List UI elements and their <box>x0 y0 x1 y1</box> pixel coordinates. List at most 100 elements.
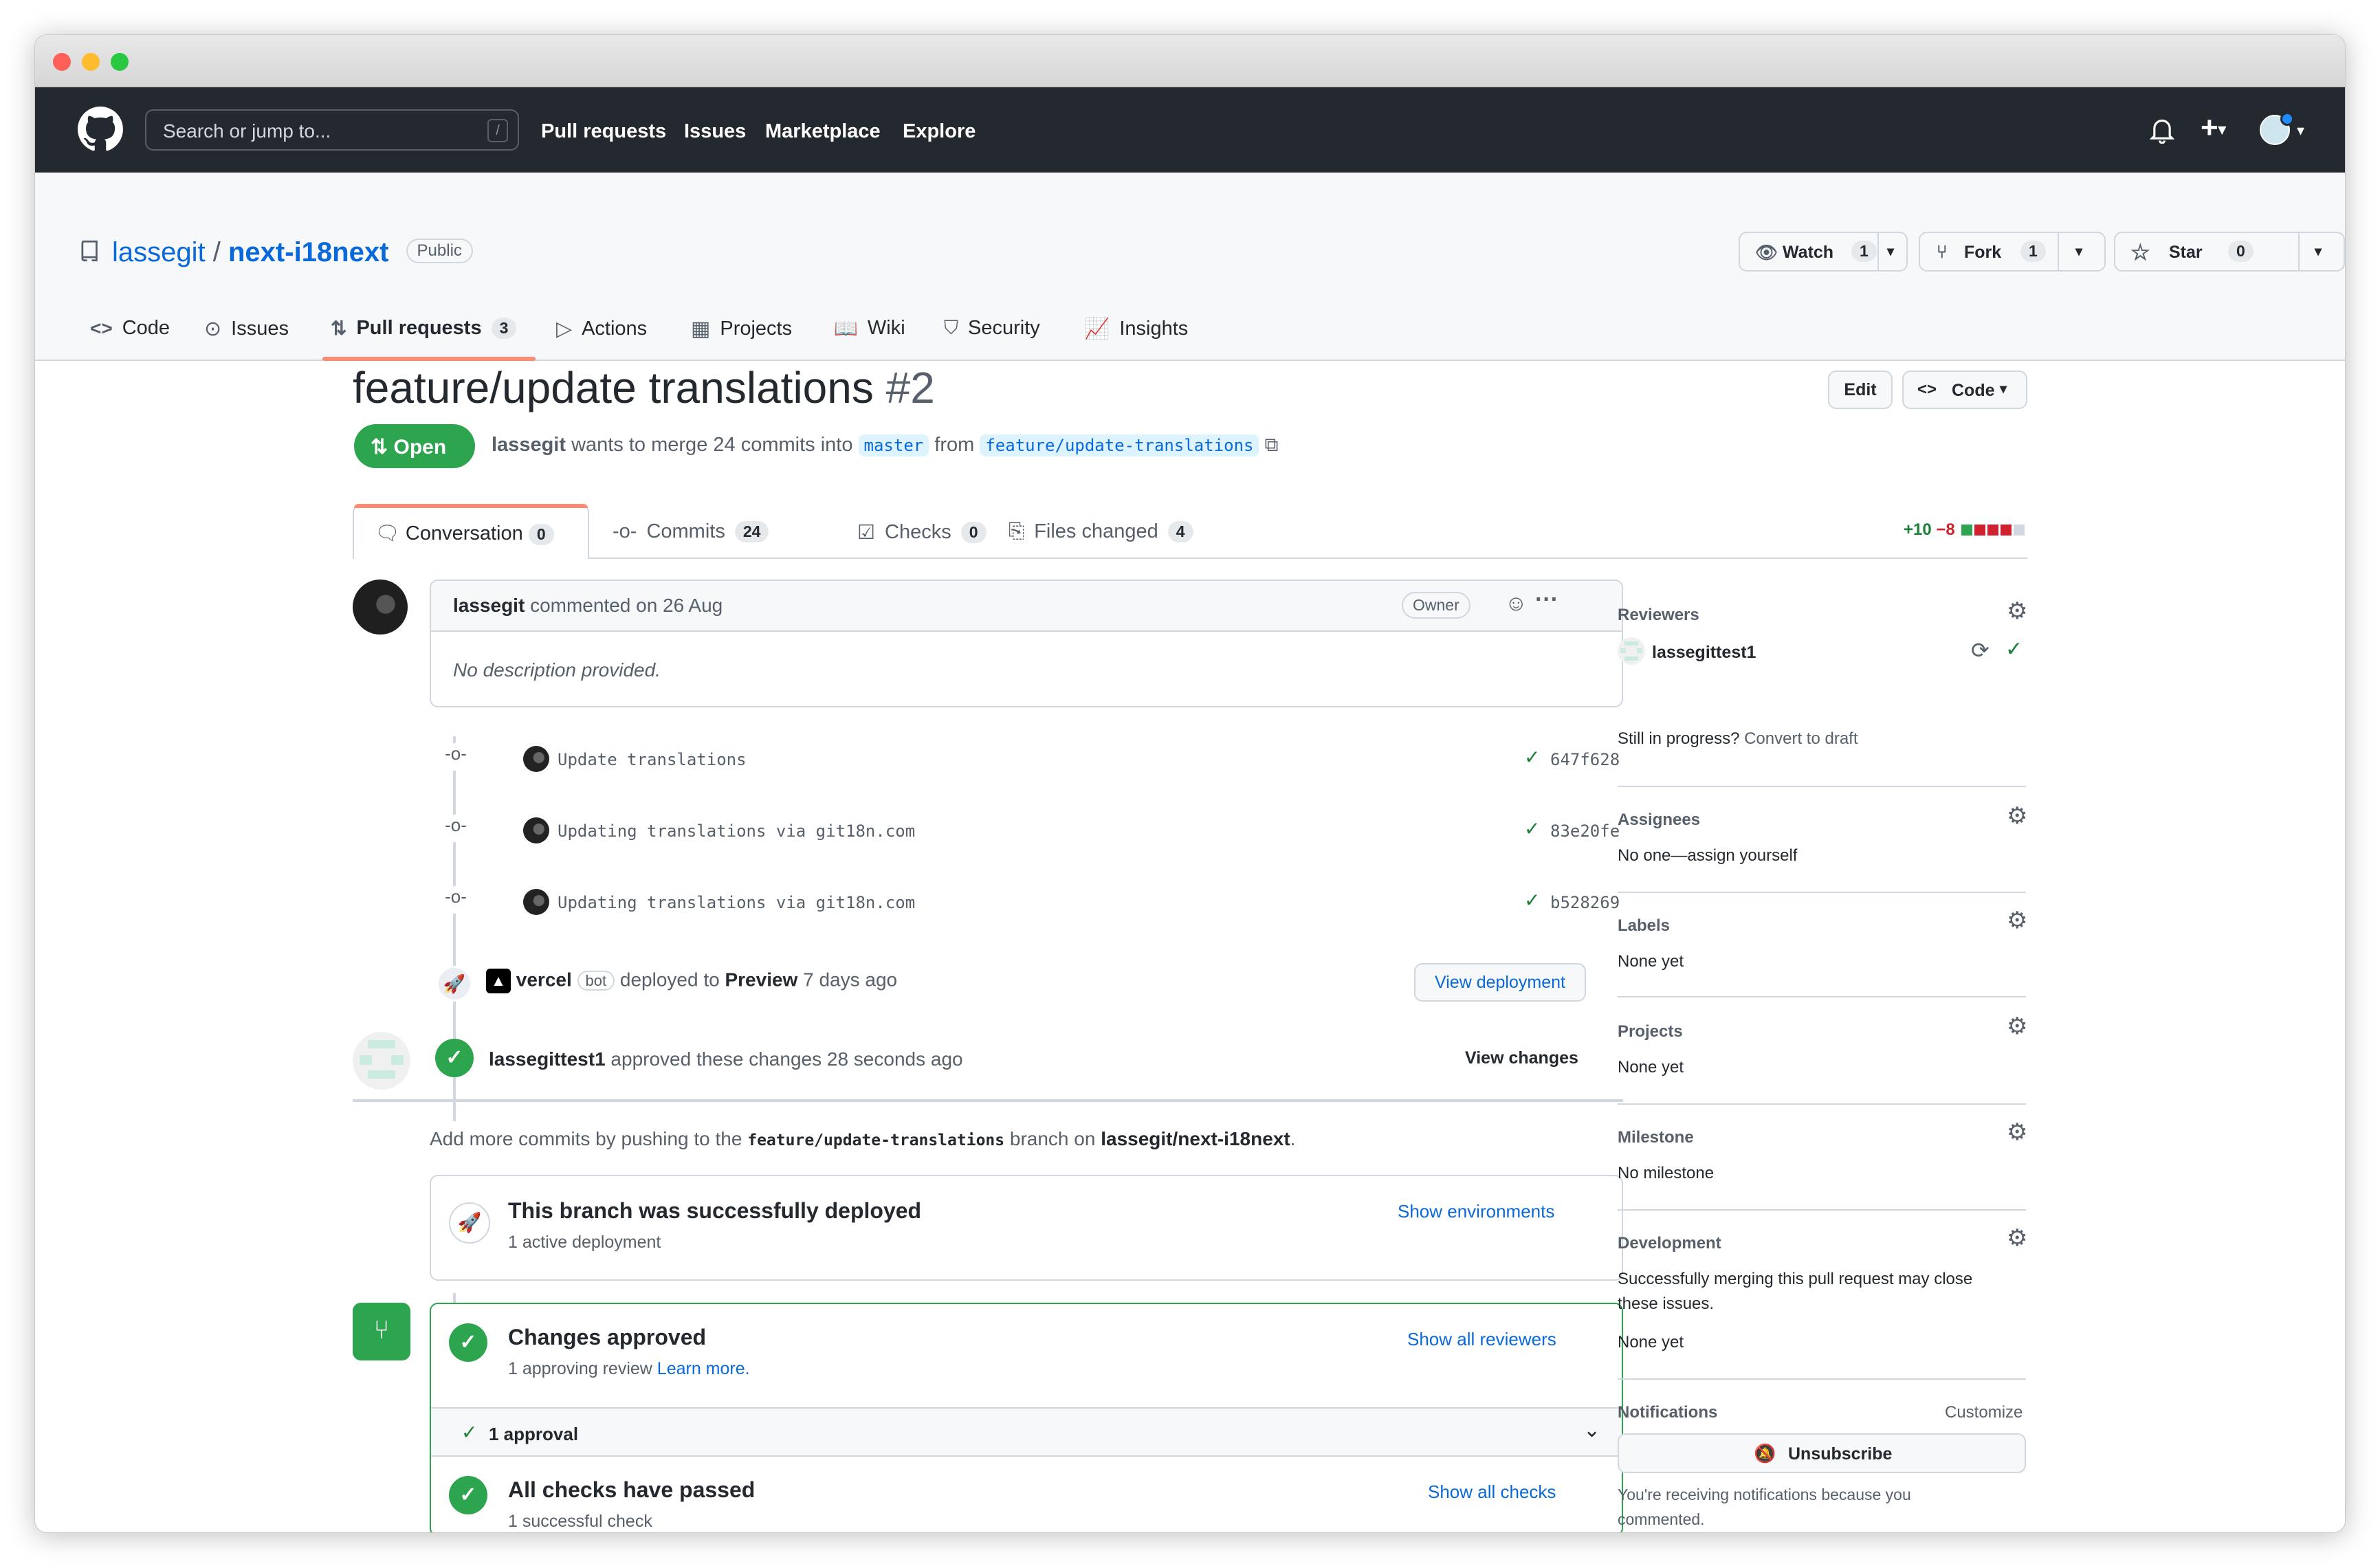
development-description-line2: these issues. <box>1618 1294 1715 1313</box>
star-dropdown-caret-icon[interactable]: ▾ <box>2315 243 2322 260</box>
tab-files-changed-label: Files changed <box>1034 520 1158 542</box>
tab-wiki[interactable]: 📖 Wiki <box>834 317 905 340</box>
commit-sha-link[interactable]: 647f628 <box>1550 750 1620 769</box>
labels-heading[interactable]: Labels <box>1618 916 1670 936</box>
projects-heading[interactable]: Projects <box>1618 1022 1683 1041</box>
tab-conversation[interactable]: 🗨 Conversation 0 <box>353 504 589 559</box>
nav-issues[interactable]: Issues <box>684 120 746 143</box>
reviewer-name-link[interactable]: lassegittest1 <box>1652 643 1756 663</box>
milestone-gear-icon[interactable]: ⚙ <box>2007 1118 2027 1146</box>
commit-author-avatar[interactable] <box>523 889 549 915</box>
tab-actions[interactable]: ▷ Actions <box>556 317 647 341</box>
view-deployment-button[interactable]: View deployment <box>1414 963 1586 1002</box>
checks-passed-icon: ✓ <box>449 1476 487 1514</box>
commit-message-link[interactable]: Updating translations via git18n.com <box>558 893 915 912</box>
comment-author-link[interactable]: lassegit <box>453 595 525 616</box>
add-reaction-smiley-icon[interactable]: ☺ <box>1505 591 1528 616</box>
labels-gear-icon[interactable]: ⚙ <box>2007 907 2027 934</box>
customize-notifications-link[interactable]: Customize <box>1945 1403 2023 1422</box>
vercel-logo-icon[interactable]: ▲ <box>486 969 511 993</box>
tab-code[interactable]: <> Code <box>90 317 170 340</box>
deploy-time[interactable]: 7 days ago <box>803 969 897 990</box>
unsubscribe-label: Unsubscribe <box>1788 1444 1893 1464</box>
reviewers-heading[interactable]: Reviewers <box>1618 606 1699 625</box>
reviewer-identicon-avatar[interactable] <box>353 1032 410 1090</box>
tab-insights[interactable]: 📈 Insights <box>1084 317 1188 341</box>
projects-gear-icon[interactable]: ⚙ <box>2007 1013 2027 1040</box>
reviewer-link[interactable]: lassegittest1 <box>489 1048 606 1070</box>
user-avatar[interactable] <box>2260 112 2294 145</box>
user-menu-caret-icon[interactable]: ▾ <box>2297 122 2304 140</box>
code-dropdown-button[interactable]: <> Code ▾ <box>1902 371 2027 409</box>
nav-pull-requests[interactable]: Pull requests <box>541 120 666 143</box>
show-all-checks-link[interactable]: Show all checks <box>1428 1481 1556 1503</box>
assignees-gear-icon[interactable]: ⚙ <box>2007 802 2027 830</box>
more-options-kebab-icon[interactable]: ··· <box>1535 586 1558 613</box>
milestone-heading[interactable]: Milestone <box>1618 1128 1694 1147</box>
view-changes-link[interactable]: View changes <box>1465 1048 1578 1068</box>
create-new-plus-icon[interactable]: +▾ <box>2201 111 2226 145</box>
assignees-value[interactable]: No one—assign yourself <box>1618 846 1797 865</box>
minimize-window-button[interactable] <box>82 53 100 71</box>
notifications-bell-icon[interactable] <box>2150 118 2174 144</box>
convert-to-draft-link[interactable]: Convert to draft <box>1744 729 1858 748</box>
tab-security[interactable]: ⛉ Security <box>944 317 1040 340</box>
star-button[interactable]: ☆ Star 0 ▾ <box>2114 232 2345 272</box>
nav-marketplace[interactable]: Marketplace <box>765 120 881 143</box>
zoom-window-button[interactable] <box>111 53 129 71</box>
head-branch-label[interactable]: feature/update-translations <box>980 434 1259 456</box>
commit-message-link[interactable]: Update translations <box>558 750 747 769</box>
watch-dropdown-caret-icon[interactable]: ▾ <box>1887 243 1894 260</box>
title-bar <box>35 35 2345 87</box>
assignees-heading[interactable]: Assignees <box>1618 810 1700 830</box>
search-placeholder: Search or jump to... <box>163 120 331 142</box>
check-icon[interactable]: ✓ <box>1524 746 1540 769</box>
fork-button[interactable]: ⑂ Fork 1 ▾ <box>1919 232 2106 272</box>
author-avatar[interactable] <box>353 580 408 635</box>
pr-title: feature/update translations #2 <box>353 362 935 413</box>
pr-merge-text: wants to merge 24 commits into <box>571 434 853 456</box>
github-logo-icon[interactable] <box>78 107 123 152</box>
show-environments-link[interactable]: Show environments <box>1398 1201 1554 1222</box>
tab-issues[interactable]: ⊙ Issues <box>204 317 289 341</box>
edit-title-button[interactable]: Edit <box>1828 371 1893 409</box>
approvals-expander[interactable]: ✓ 1 approval ⌄ <box>431 1407 1622 1457</box>
watch-button[interactable]: 👁 Watch 1 ▾ <box>1739 232 1908 272</box>
search-input[interactable]: Search or jump to... / <box>145 109 519 151</box>
commit-sha-link[interactable]: 83e20fe <box>1550 821 1620 841</box>
re-request-review-sync-icon[interactable]: ⟳ <box>1971 637 1990 663</box>
commit-sha-link[interactable]: b528269 <box>1550 893 1620 912</box>
chevron-down-icon[interactable]: ⌄ <box>1583 1418 1600 1442</box>
commit-author-avatar[interactable] <box>523 746 549 772</box>
tab-checks[interactable]: ☑ Checks 0 <box>857 520 987 544</box>
commit-author-avatar[interactable] <box>523 817 549 843</box>
repo-name-link[interactable]: next-i18next <box>228 237 388 267</box>
reviewers-gear-icon[interactable]: ⚙ <box>2007 597 2027 625</box>
base-branch-label[interactable]: master <box>858 434 929 456</box>
copy-icon[interactable]: ⧉ <box>1265 434 1279 455</box>
check-icon[interactable]: ✓ <box>1524 817 1540 840</box>
deploy-actor-link[interactable]: vercel <box>516 969 572 990</box>
commit-message-link[interactable]: Updating translations via git18n.com <box>558 821 915 841</box>
tab-projects[interactable]: ▦ Projects <box>691 317 792 341</box>
check-icon[interactable]: ✓ <box>1524 889 1540 912</box>
tab-pull-requests[interactable]: ⇅ Pull requests 3 <box>331 317 517 340</box>
pr-author-link[interactable]: lassegit <box>492 434 566 456</box>
nav-explore[interactable]: Explore <box>903 120 976 143</box>
show-all-reviewers-link[interactable]: Show all reviewers <box>1407 1329 1556 1350</box>
comment-meta[interactable]: commented on 26 Aug <box>530 595 723 616</box>
development-heading[interactable]: Development <box>1618 1234 1721 1253</box>
reviewer-avatar[interactable] <box>1618 637 1645 665</box>
fork-icon: ⑂ <box>1937 241 1948 262</box>
tab-commits[interactable]: -o- Commits 24 <box>613 520 769 543</box>
close-window-button[interactable] <box>53 53 71 71</box>
repo-owner-link[interactable]: lassegit <box>112 237 206 267</box>
fork-label: Fork <box>1964 243 2002 262</box>
development-gear-icon[interactable]: ⚙ <box>2007 1224 2027 1252</box>
tab-checks-count: 0 <box>960 522 987 543</box>
learn-more-link[interactable]: Learn more. <box>657 1359 750 1378</box>
tab-files-changed[interactable]: ⎘ Files changed 4 <box>1009 520 1193 543</box>
unsubscribe-button[interactable]: 🔕 Unsubscribe <box>1618 1433 2026 1473</box>
fork-dropdown-caret-icon[interactable]: ▾ <box>2075 243 2082 260</box>
merge-box: ✓ Changes approved 1 approving review Le… <box>430 1303 1623 1532</box>
